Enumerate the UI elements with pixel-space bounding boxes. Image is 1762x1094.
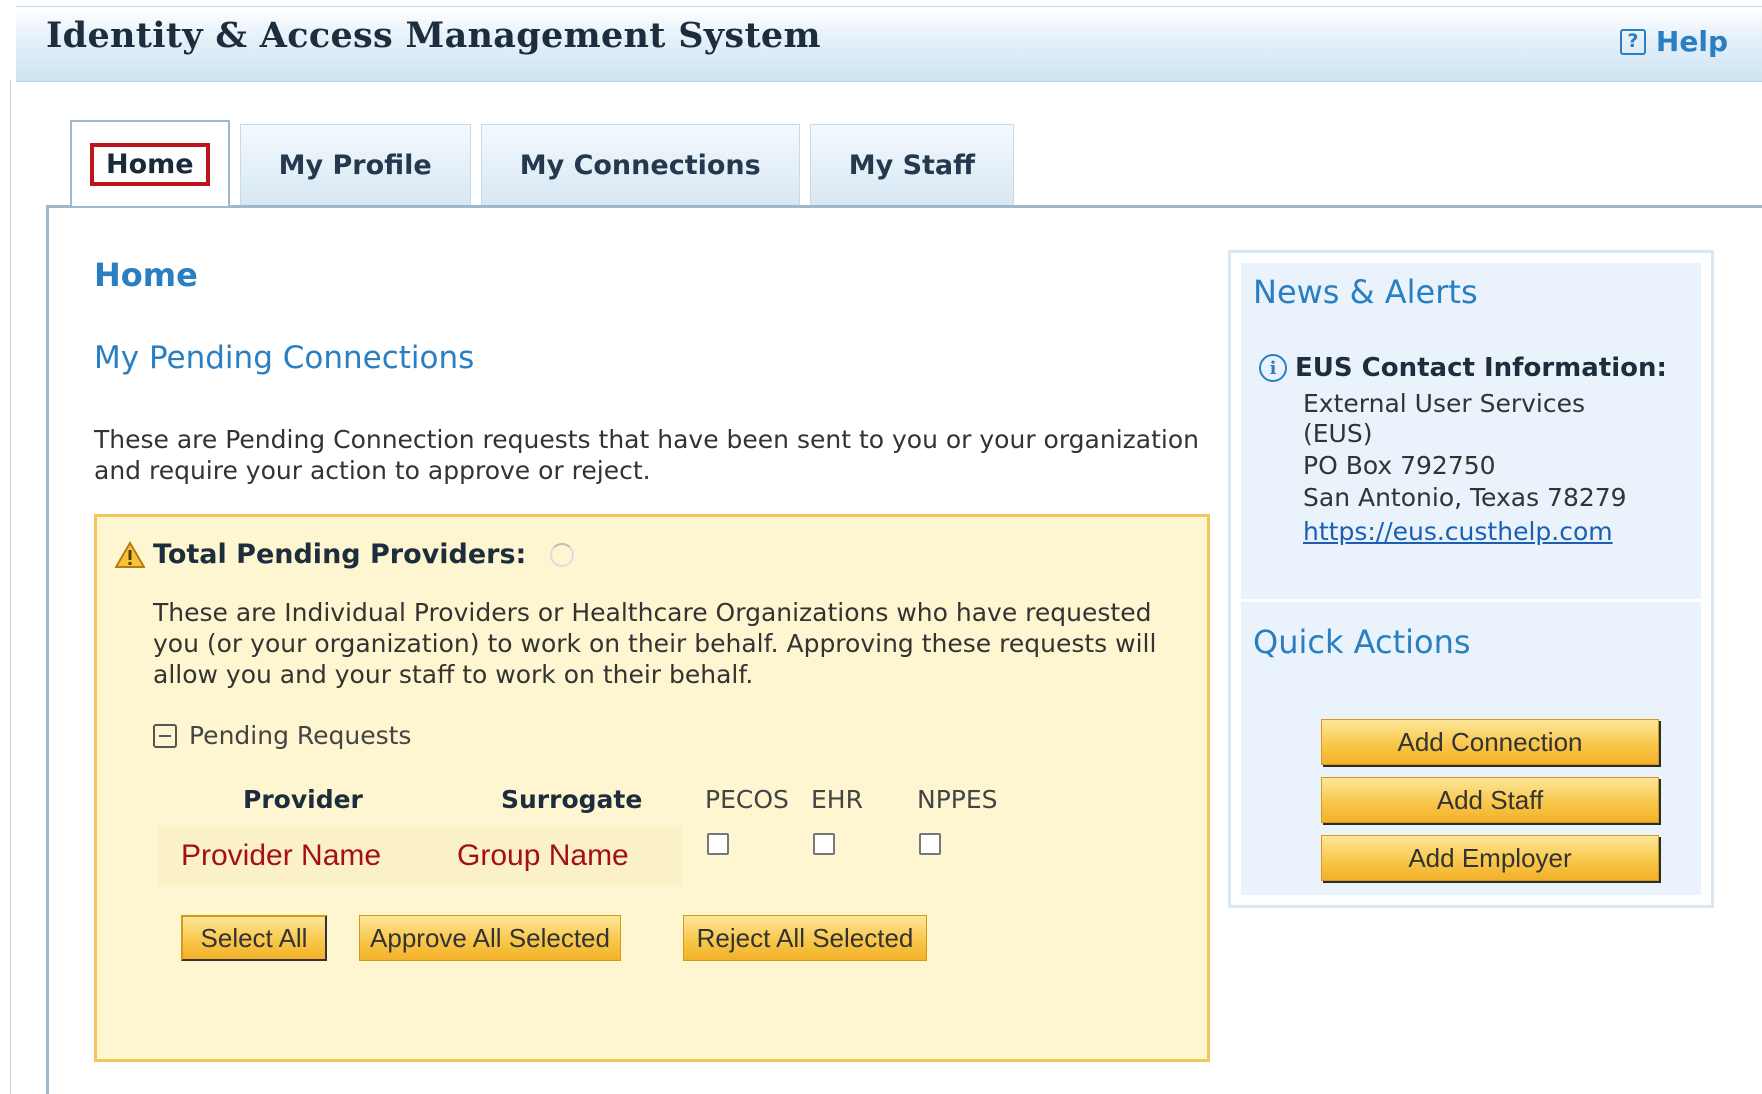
help-link[interactable]: ? Help (1619, 25, 1728, 58)
eus-heading-text: EUS Contact Information: (1295, 353, 1667, 383)
collapse-icon (153, 723, 177, 748)
eus-line: San Antonio, Texas 78279 (1303, 483, 1627, 512)
pending-requests-toggle[interactable]: Pending Requests (153, 721, 411, 750)
news-sidebar: News & Alerts i EUS Contact Information:… (1228, 250, 1714, 908)
pending-heading: Total Pending Providers: (115, 539, 575, 570)
tab-bar: Home My Profile My Connections My Staff (70, 120, 1015, 206)
add-staff-button[interactable]: Add Staff (1321, 777, 1659, 823)
provider-name-cell: Provider Name (159, 825, 425, 887)
tab-home[interactable]: Home (70, 120, 230, 206)
tab-label: My Profile (278, 150, 432, 181)
eus-heading: i EUS Contact Information: (1259, 353, 1667, 383)
news-alerts-title: News & Alerts (1253, 273, 1478, 311)
nppes-checkbox[interactable] (919, 833, 941, 855)
column-header-pecos: PECOS (705, 785, 789, 814)
info-icon: i (1259, 354, 1287, 382)
column-header-provider: Provider (243, 785, 363, 814)
tab-label: My Staff (848, 150, 976, 181)
pecos-checkbox[interactable] (707, 833, 729, 855)
reject-all-selected-button[interactable]: Reject All Selected (683, 915, 927, 961)
surrogate-name-cell: Group Name (421, 825, 683, 887)
warning-icon (115, 540, 145, 568)
tab-my-profile[interactable]: My Profile (239, 124, 471, 206)
pending-heading-text: Total Pending Providers: (153, 539, 527, 570)
add-employer-button[interactable]: Add Employer (1321, 835, 1659, 881)
tab-label: Home (90, 142, 210, 186)
tab-underline (46, 205, 1762, 208)
pending-description: These are Individual Providers or Health… (153, 598, 1157, 689)
loading-spinner-icon (550, 542, 575, 567)
help-label: Help (1655, 25, 1728, 58)
page-title: Home (94, 256, 198, 294)
content-border (46, 205, 49, 1094)
tab-label: My Connections (519, 150, 761, 181)
eus-line: PO Box 792750 (1303, 451, 1496, 480)
intro-text: These are Pending Connection requests th… (94, 425, 1199, 485)
column-header-surrogate: Surrogate (501, 785, 643, 814)
eus-link[interactable]: https://eus.custhelp.com (1303, 517, 1613, 546)
eus-line: (EUS) (1303, 419, 1373, 448)
help-icon: ? (1619, 28, 1646, 55)
app-title: Identity & Access Management System (46, 15, 821, 56)
ehr-checkbox[interactable] (813, 833, 835, 855)
pending-providers-panel: Total Pending Providers: These are Indiv… (94, 514, 1210, 1062)
section-title: My Pending Connections (94, 340, 475, 376)
select-all-button[interactable]: Select All (181, 915, 327, 961)
app-header: Identity & Access Management System ? He… (16, 6, 1762, 82)
quick-actions-title: Quick Actions (1253, 623, 1471, 661)
tab-my-connections[interactable]: My Connections (480, 124, 800, 206)
add-connection-button[interactable]: Add Connection (1321, 719, 1659, 765)
column-header-ehr: EHR (811, 785, 863, 814)
approve-all-selected-button[interactable]: Approve All Selected (359, 915, 621, 961)
tab-my-staff[interactable]: My Staff (809, 124, 1015, 206)
eus-line: External User Services (1303, 389, 1586, 418)
pending-requests-label: Pending Requests (189, 721, 412, 750)
column-header-nppes: NPPES (917, 785, 998, 814)
sidebar-divider (1241, 599, 1701, 602)
frame-border (10, 80, 11, 1094)
